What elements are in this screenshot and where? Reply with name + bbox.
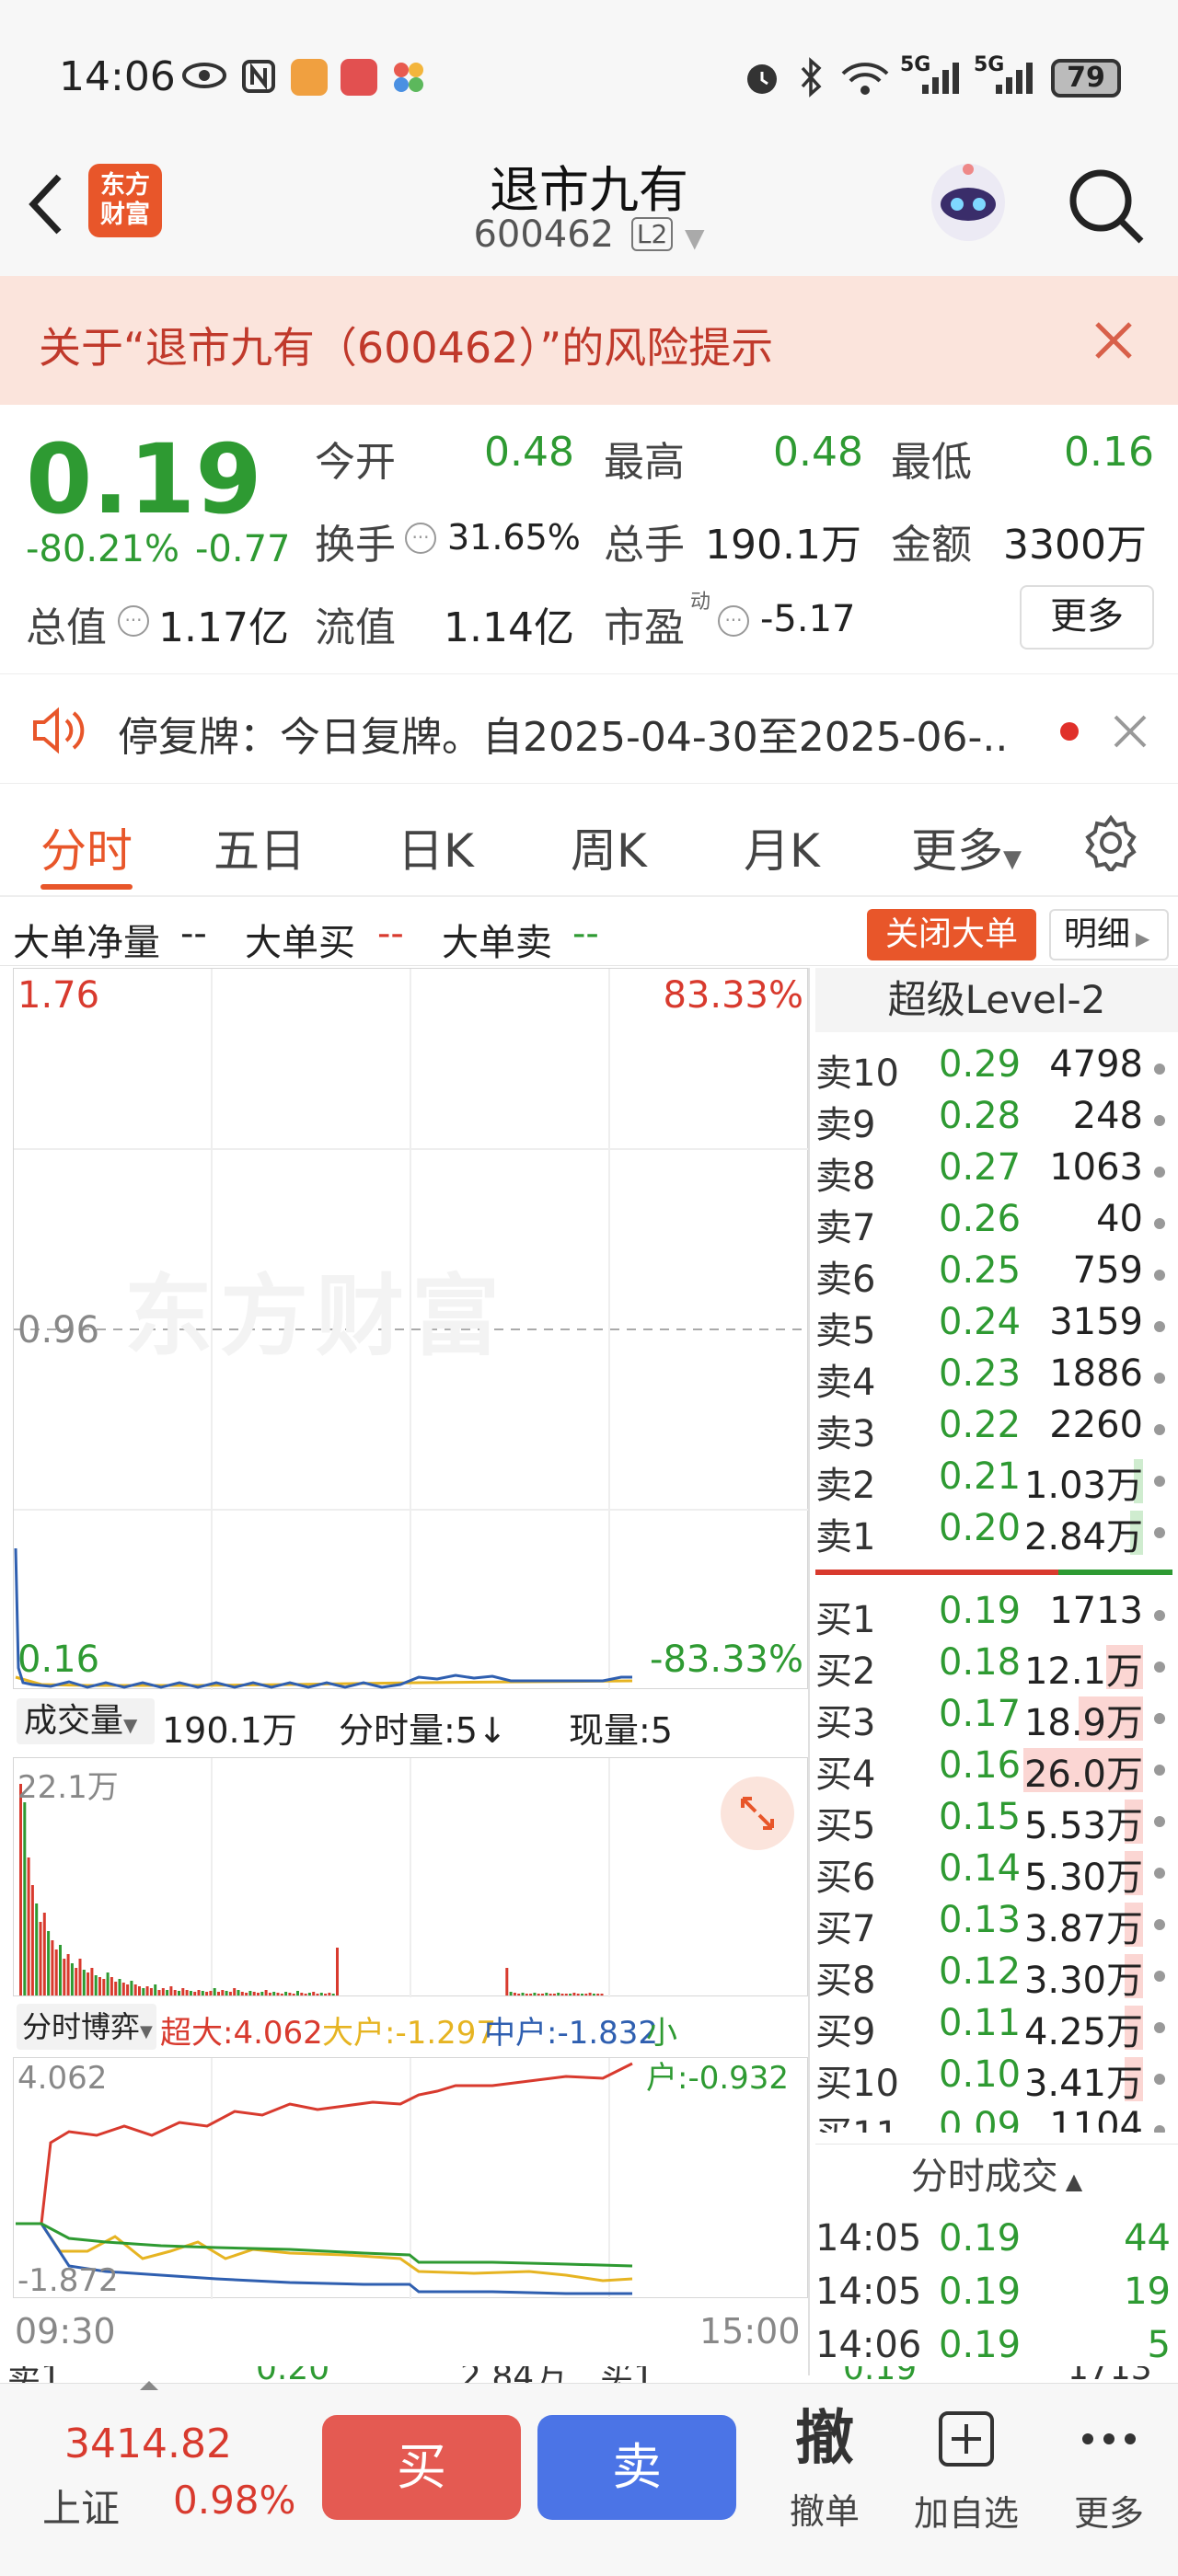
order-book-row[interactable]: 买3 0.17 18.9万 xyxy=(815,1693,1178,1744)
peek-sell1-price: 0.20 xyxy=(256,2366,329,2385)
index-change: 0.98% xyxy=(173,2478,296,2523)
dot-icon xyxy=(1154,1765,1165,1776)
order-level-label: 买3 xyxy=(815,1702,876,1744)
order-level-label: 买4 xyxy=(815,1754,876,1796)
order-book-row[interactable]: 买1 0.19 1713 xyxy=(815,1590,1178,1641)
sell-button[interactable]: 卖 xyxy=(537,2415,736,2520)
peek-sell1-qty: 2.84万 xyxy=(460,2366,567,2385)
order-quantity: 4.25万 xyxy=(1023,2011,1143,2053)
dot-icon xyxy=(1154,1919,1165,1930)
add-icon xyxy=(939,2411,994,2467)
trade-price: 0.19 xyxy=(939,2217,1022,2260)
trade-quantity: 44 xyxy=(1124,2217,1171,2260)
order-book-row[interactable]: 买10 0.10 3.41万 xyxy=(815,2053,1178,2105)
order-level-label: 买5 xyxy=(815,1805,876,1847)
flow-small-line xyxy=(16,2222,633,2268)
dot-icon xyxy=(1154,1816,1165,1827)
order-quantity: 5.30万 xyxy=(1023,1857,1143,1899)
order-level-label: 买6 xyxy=(815,1857,876,1899)
peek-sell1-label: 卖1 xyxy=(7,2366,62,2385)
more-button[interactable]: 更多 xyxy=(1058,2402,1160,2559)
order-price: 0.15 xyxy=(939,1796,1022,1838)
cancel-order-icon: 撤 xyxy=(795,2405,854,2473)
order-level-label: 买8 xyxy=(815,1960,876,2002)
peek-row: 卖1 0.20 2.84万 买1 0.19 1713 xyxy=(0,2366,1178,2385)
cancel-order-label: 撤单 xyxy=(789,2491,860,2532)
bid-list: 买1 0.19 1713 买2 0.18 12.1万买3 0.17 18.9万买4 0.16 26… xyxy=(0,0,1178,2133)
trade-row[interactable]: 14:05 0.19 19 xyxy=(815,2271,1178,2324)
order-level-label: 买11 xyxy=(815,2105,899,2133)
order-quantity: 5.53万 xyxy=(1023,1805,1143,1847)
dot-icon xyxy=(1154,1610,1165,1621)
order-level-label: 买10 xyxy=(815,2063,899,2105)
order-price: 0.10 xyxy=(939,2053,1022,2096)
trade-price: 0.19 xyxy=(939,2324,1022,2366)
trade-time: 14:06 xyxy=(815,2324,922,2366)
order-book-row[interactable]: 买5 0.15 5.53万 xyxy=(815,1796,1178,1847)
index-name: 上证 xyxy=(42,2486,121,2531)
index-value: 3414.82 xyxy=(64,2421,232,2467)
order-book-row[interactable]: 买6 0.14 5.30万 xyxy=(815,1847,1178,1899)
order-quantity: 12.1万 xyxy=(1023,1650,1143,1693)
trades-header[interactable]: 分时成交 ▲ xyxy=(815,2144,1178,2208)
trade-row[interactable]: 14:05 0.19 44 xyxy=(815,2217,1178,2271)
order-book-row[interactable]: 买8 0.12 3.30万 xyxy=(815,1950,1178,2002)
order-quantity: 1713 xyxy=(1049,1590,1143,1632)
order-price: 0.13 xyxy=(939,1899,1022,1941)
buy-button[interactable]: 买 xyxy=(322,2415,521,2520)
order-price: 0.09 xyxy=(939,2105,1022,2133)
trade-time: 14:05 xyxy=(815,2271,922,2313)
peek-buy1-qty: 1713 xyxy=(1068,2366,1152,2385)
order-level-label: 买1 xyxy=(815,1599,876,1641)
order-book-row[interactable]: 买7 0.13 3.87万 xyxy=(815,1899,1178,1950)
time-axis-end: 15:00 xyxy=(699,2311,801,2352)
trades-title: 分时成交 xyxy=(910,2156,1058,2198)
trade-quantity: 5 xyxy=(1147,2324,1171,2366)
dot-icon xyxy=(1154,1868,1165,1879)
order-book-row[interactable]: 买9 0.11 4.25万 xyxy=(815,2002,1178,2053)
order-price: 0.12 xyxy=(939,1950,1022,1993)
chevron-up-icon: ▲ xyxy=(1065,2168,1083,2194)
chevron-up-icon[interactable] xyxy=(138,2378,160,2391)
add-watchlist-button[interactable]: 加自选 xyxy=(902,2402,1031,2559)
order-price: 0.19 xyxy=(939,1590,1022,1632)
dot-icon xyxy=(1154,1971,1165,1982)
dot-icon xyxy=(1154,1713,1165,1724)
trade-quantity: 19 xyxy=(1124,2271,1171,2313)
order-level-label: 买2 xyxy=(815,1650,876,1693)
order-quantity: 1104 xyxy=(1049,2105,1143,2133)
order-price: 0.17 xyxy=(939,1693,1022,1735)
order-quantity: 26.0万 xyxy=(1023,1754,1143,1796)
order-price: 0.18 xyxy=(939,1641,1022,1684)
bottom-action-bar: 3414.82 上证 0.98% 买 卖 撤 撤单 加自选 更多 xyxy=(0,2381,1178,2576)
order-book-row[interactable]: 买4 0.16 26.0万 xyxy=(815,1744,1178,1796)
dot-icon xyxy=(1154,2074,1165,2085)
order-quantity: 3.41万 xyxy=(1023,2063,1143,2105)
time-axis-start: 09:30 xyxy=(15,2311,116,2352)
order-level-label: 买7 xyxy=(815,1908,876,1950)
dot-icon xyxy=(1154,2022,1165,2033)
peek-buy1-label: 买1 xyxy=(600,2366,654,2385)
dot-icon xyxy=(1154,2125,1165,2133)
order-quantity: 3.30万 xyxy=(1023,1960,1143,2002)
order-book-row[interactable]: 买2 0.18 12.1万 xyxy=(815,1641,1178,1693)
more-label: 更多 xyxy=(1073,2493,1144,2534)
order-quantity: 3.87万 xyxy=(1023,1908,1143,1950)
cancel-order-button[interactable]: 撤 撤单 xyxy=(779,2402,871,2559)
index-ticker[interactable]: 3414.82 上证 0.98% xyxy=(28,2421,304,2549)
flow-axis-bottom: -1.872 xyxy=(17,2262,119,2299)
order-price: 0.16 xyxy=(939,1744,1022,1787)
add-watchlist-label: 加自选 xyxy=(913,2493,1019,2534)
order-book-row[interactable]: 买11 0.09 1104 xyxy=(815,2105,1178,2133)
dot-icon xyxy=(1154,1662,1165,1673)
trade-price: 0.19 xyxy=(939,2271,1022,2313)
order-price: 0.14 xyxy=(939,1847,1022,1890)
order-quantity: 18.9万 xyxy=(1023,1702,1143,1744)
order-level-label: 买9 xyxy=(815,2011,876,2053)
order-price: 0.11 xyxy=(939,2002,1022,2044)
trade-time: 14:05 xyxy=(815,2217,922,2260)
more-dots-icon xyxy=(1082,2433,1136,2444)
peek-buy1-price: 0.19 xyxy=(843,2366,917,2385)
